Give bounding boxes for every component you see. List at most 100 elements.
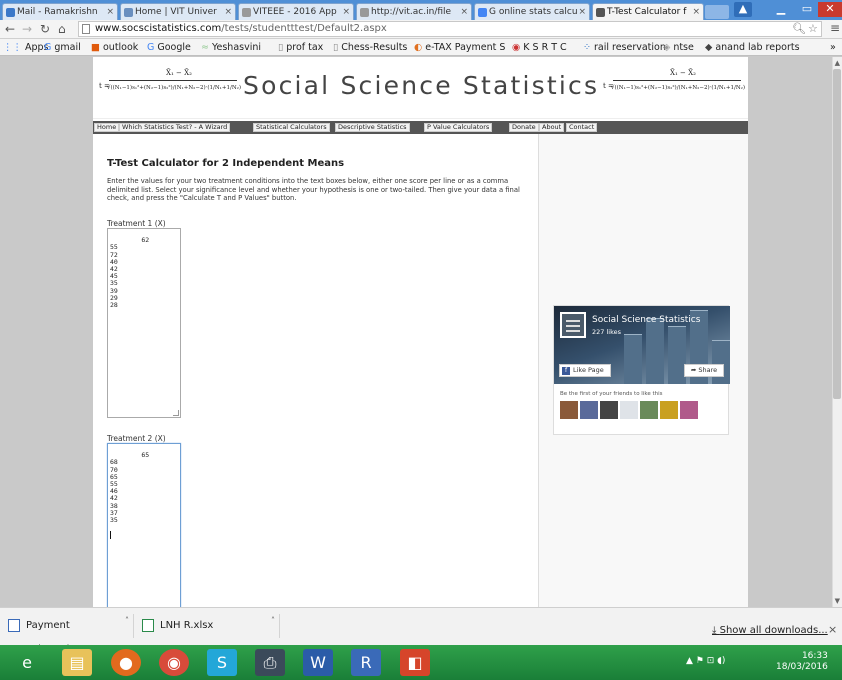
- bookmark-google[interactable]: G Google: [147, 42, 191, 53]
- intro-text: Enter the values for your two treatment …: [107, 177, 520, 202]
- treatment1-textarea[interactable]: 62 55 72 40 42 45 35 39 29 28: [107, 228, 181, 418]
- bookmark-rail[interactable]: ⁘ rail reservation: [583, 42, 666, 53]
- avatar[interactable]: [680, 401, 698, 419]
- nav-descriptive-statistics[interactable]: Descriptive Statistics: [335, 123, 410, 132]
- maximize-button[interactable]: ▭: [796, 2, 818, 17]
- mail-icon: [6, 8, 15, 17]
- close-icon[interactable]: ×: [460, 7, 468, 17]
- close-icon[interactable]: ×: [828, 623, 837, 636]
- download-item-docx[interactable]: Payment Ackn....docx ˄: [6, 614, 134, 655]
- close-window-button[interactable]: ✕: [818, 2, 842, 17]
- system-tray-icons[interactable]: ▲ ⚑ ⊡ ◖): [686, 656, 725, 666]
- home-icon[interactable]: ⌂: [58, 22, 66, 36]
- nav-which-test[interactable]: Which Statistics Test? - A Wizard: [119, 123, 231, 132]
- page-scrollbar[interactable]: ▲ ▼: [832, 57, 842, 607]
- printer-icon[interactable]: ⎙: [255, 649, 285, 676]
- new-tab-button[interactable]: [705, 5, 729, 19]
- bookmarks-overflow-icon[interactable]: »: [830, 42, 836, 53]
- scroll-thumb[interactable]: [833, 69, 841, 399]
- download-icon: ⤓: [712, 625, 720, 636]
- nav-p-value-calculators[interactable]: P Value Calculators: [424, 123, 493, 132]
- treatment2-textarea[interactable]: 65 68 70 65 55 46 42 38 37 35: [107, 443, 181, 607]
- r-icon[interactable]: R: [351, 649, 381, 676]
- facebook-page-widget: Social Science Statistics 227 likes f Li…: [553, 305, 730, 435]
- tab-vit-file[interactable]: http://vit.ac.in/file ×: [356, 3, 472, 20]
- fb-cover-image: Social Science Statistics 227 likes f Li…: [554, 306, 730, 384]
- close-icon[interactable]: ×: [342, 7, 350, 17]
- bookmark-star-icon[interactable]: ☆: [808, 22, 818, 35]
- bookmark-ksrtc[interactable]: ◉ K S R T C: [512, 42, 567, 53]
- scroll-down-icon[interactable]: ▼: [835, 597, 840, 605]
- avatar[interactable]: [660, 401, 678, 419]
- bookmarks-bar: ⋮⋮ Apps Ggmail ■ outlook G Google ≈ Yeshasvi…: [0, 39, 842, 56]
- nav-donate[interactable]: Donate: [509, 123, 539, 132]
- bookmark-chess-results[interactable]: ▯ Chess-Results: [333, 42, 407, 53]
- avatar[interactable]: [560, 401, 578, 419]
- fb-like-button[interactable]: f Like Page: [559, 364, 611, 377]
- store-icon[interactable]: S: [207, 649, 237, 676]
- tab-vit-home[interactable]: Home | VIT Univer ×: [120, 3, 236, 20]
- resize-grip-icon[interactable]: [173, 410, 179, 416]
- user-profile-icon[interactable]: ▲: [734, 2, 752, 17]
- presentation-icon[interactable]: ◧: [400, 649, 430, 676]
- chrome-icon[interactable]: ◉: [159, 649, 189, 676]
- bookmark-ntse[interactable]: ◈ ntse: [663, 42, 694, 53]
- zoom-icon[interactable]: 🔍︎: [792, 22, 806, 35]
- minimize-button[interactable]: ▁: [770, 2, 792, 17]
- tab-label: http://vit.ac.in/file: [371, 7, 452, 17]
- site-title[interactable]: Social Science Statistics: [243, 71, 599, 100]
- chrome-menu-icon[interactable]: ≡: [830, 21, 840, 35]
- browser-toolbar: ← → ↻ ⌂ www.socscistatistics.com/tests/s…: [0, 20, 842, 39]
- tab-google-search[interactable]: G online stats calcu ×: [474, 3, 590, 20]
- bookmark-outlook[interactable]: ■ outlook: [91, 42, 138, 53]
- t-formula-right: t = X̄₁ − X̄₂ √((N₁−1)s₁²+(N₂−1)s₂²)/(N₁…: [603, 69, 745, 91]
- tab-viteee[interactable]: VITEEE - 2016 App ×: [238, 3, 354, 20]
- file-explorer-icon[interactable]: ▤: [62, 649, 92, 676]
- scroll-up-icon[interactable]: ▲: [835, 59, 840, 67]
- nav-contact[interactable]: Contact: [566, 123, 598, 132]
- close-icon[interactable]: ×: [106, 7, 114, 17]
- page-info-icon[interactable]: [82, 24, 90, 34]
- bookmark-apps[interactable]: ⋮⋮ Apps: [3, 42, 49, 53]
- show-all-downloads-link[interactable]: ⤓ Show all downloads...: [712, 625, 828, 636]
- avatar[interactable]: [580, 401, 598, 419]
- tab-label: G online stats calcu: [489, 7, 578, 17]
- chevron-up-icon[interactable]: ˄: [271, 609, 275, 633]
- address-bar[interactable]: www.socscistatistics.com/tests/studenttt…: [78, 21, 822, 37]
- avatar[interactable]: [640, 401, 658, 419]
- word-icon[interactable]: W: [303, 649, 333, 676]
- fb-likes-count: 227 likes: [592, 328, 622, 336]
- bookmark-etax[interactable]: ◐ e-TAX Payment S: [414, 42, 505, 53]
- bookmark-gmail[interactable]: Ggmail: [44, 42, 81, 53]
- fb-page-name[interactable]: Social Science Statistics: [592, 315, 700, 325]
- close-icon[interactable]: ×: [224, 7, 232, 17]
- fb-share-button[interactable]: ➦ Share: [684, 364, 724, 377]
- bookmark-yeshasvini[interactable]: ≈ Yeshasvini: [201, 42, 261, 53]
- close-icon[interactable]: ×: [692, 7, 700, 17]
- fb-page-logo[interactable]: [560, 312, 586, 338]
- avatar[interactable]: [620, 401, 638, 419]
- bookmark-prof-tax[interactable]: ▯ prof tax: [278, 42, 323, 53]
- internet-explorer-icon[interactable]: e: [12, 649, 42, 676]
- treatment2-values: 65 68 70 65 55 46 42 38 37 35: [110, 451, 150, 525]
- excel-file-icon: [142, 619, 154, 632]
- forward-arrow-icon[interactable]: →: [22, 22, 32, 36]
- avatar[interactable]: [600, 401, 618, 419]
- bookmark-anand-lab[interactable]: ◆ anand lab reports: [705, 42, 800, 53]
- nav-statistical-calculators[interactable]: Statistical Calculators: [253, 123, 330, 132]
- tab-mail[interactable]: Mail - Ramakrishn ×: [2, 3, 118, 20]
- firefox-icon[interactable]: ●: [111, 649, 141, 676]
- page-icon: [242, 8, 251, 17]
- chevron-up-icon[interactable]: ˄: [125, 609, 129, 633]
- nav-about[interactable]: About: [539, 123, 565, 132]
- reload-icon[interactable]: ↻: [40, 22, 50, 36]
- download-item-xlsx[interactable]: LNH R.xlsx ˄: [140, 614, 280, 638]
- close-icon[interactable]: ×: [578, 7, 586, 17]
- page-icon: [124, 8, 133, 17]
- back-arrow-icon[interactable]: ←: [5, 22, 15, 36]
- tab-label: Mail - Ramakrishn: [17, 7, 98, 17]
- system-clock[interactable]: 16:33 18/03/2016: [776, 651, 828, 673]
- fb-friends-text: Be the first of your friends to like thi…: [560, 391, 663, 397]
- tab-ttest-calculator[interactable]: T-Test Calculator f ×: [592, 3, 704, 20]
- nav-home[interactable]: Home: [94, 123, 120, 132]
